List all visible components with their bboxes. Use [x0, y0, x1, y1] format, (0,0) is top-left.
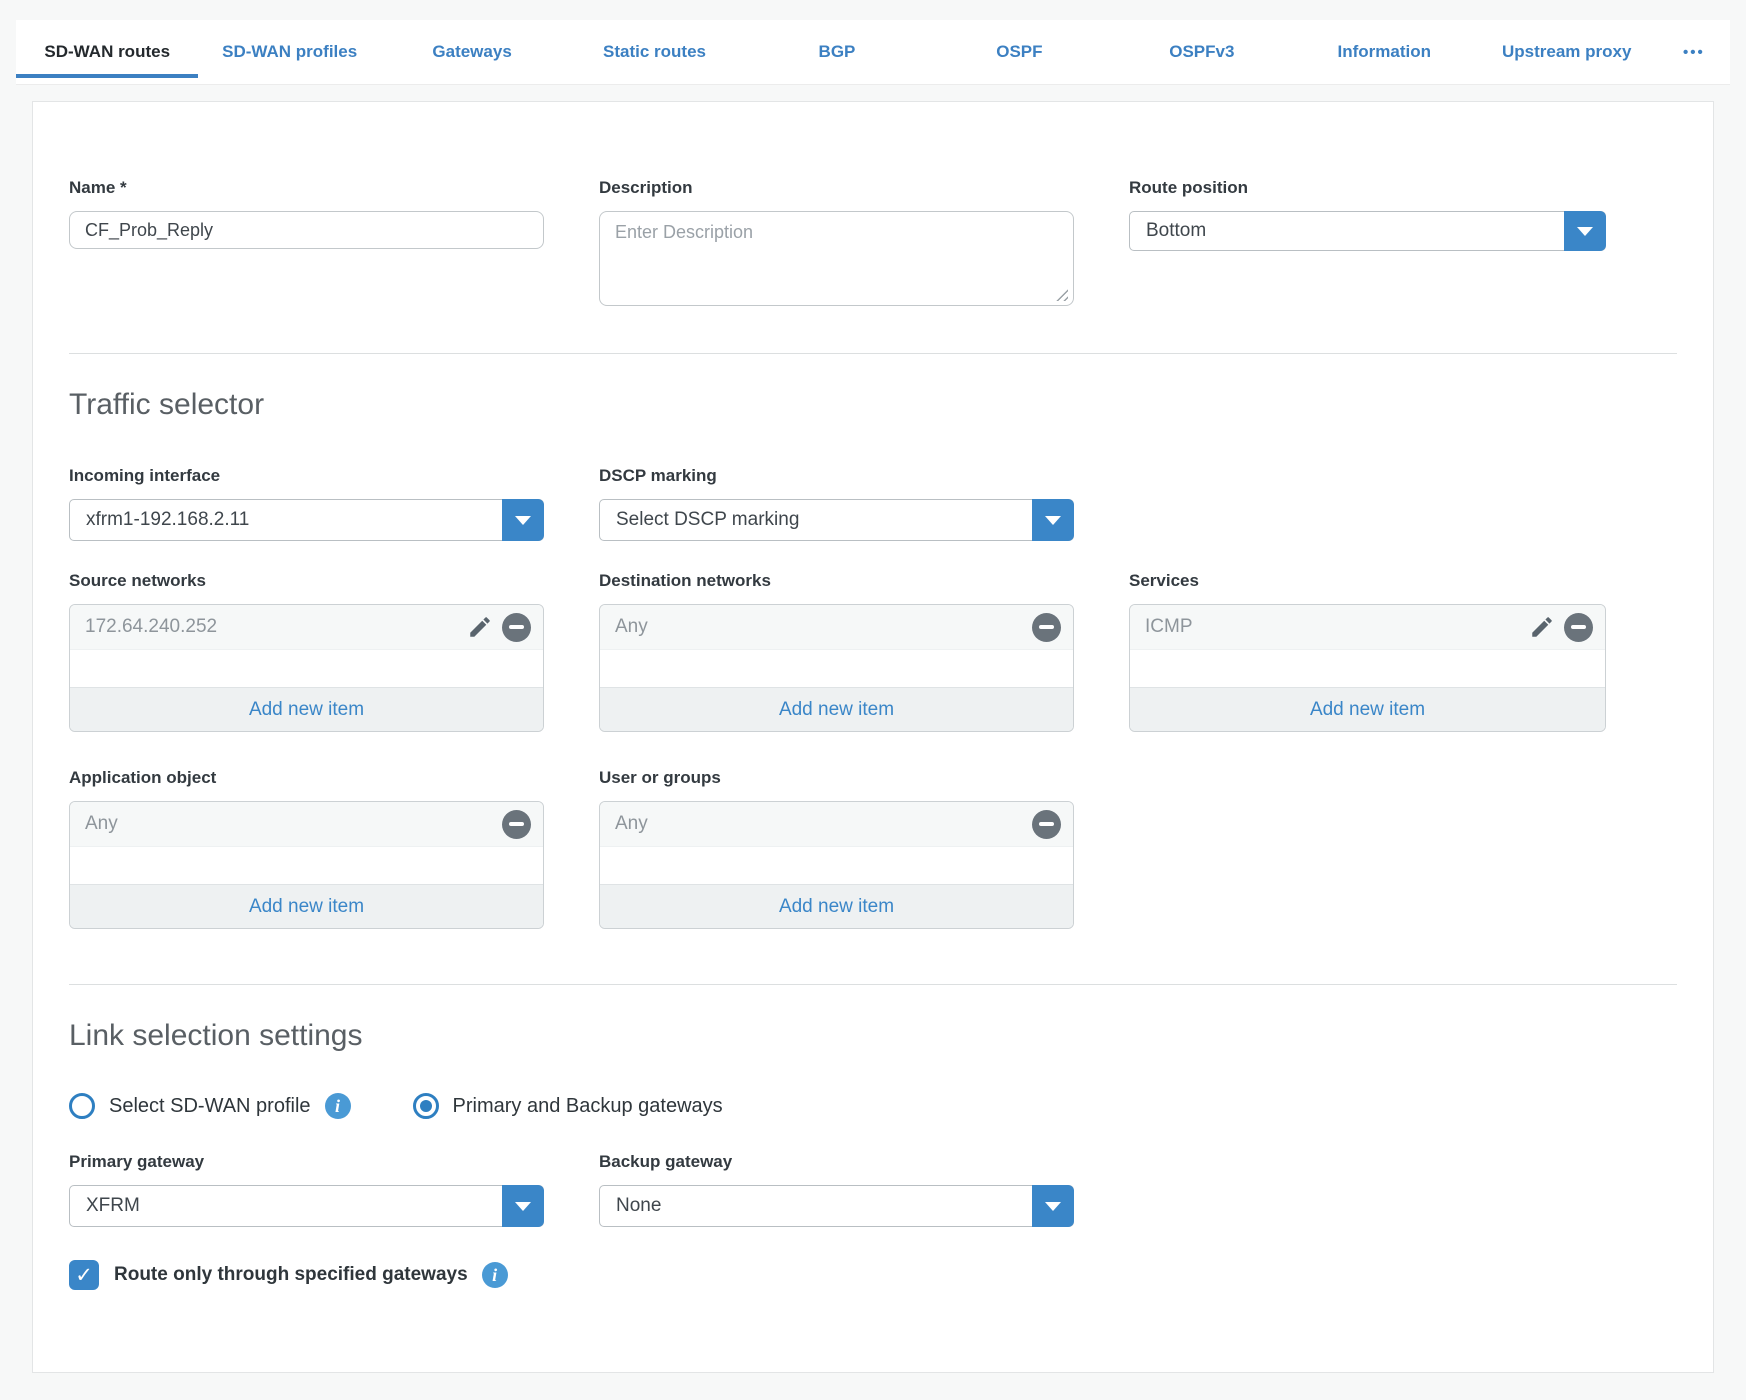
chevron-down-icon[interactable]	[502, 499, 544, 541]
source-networks-group: Source networks 172.64.240.252 Add new i…	[69, 571, 544, 732]
tab-information[interactable]: Information	[1293, 20, 1475, 84]
route-position-label: Route position	[1129, 178, 1606, 198]
name-label: Name *	[69, 178, 544, 198]
description-textarea[interactable]	[599, 211, 1074, 306]
incoming-interface-label: Incoming interface	[69, 466, 544, 486]
remove-icon[interactable]	[502, 810, 531, 839]
user-or-groups-label: User or groups	[599, 768, 1074, 788]
incoming-interface-select[interactable]: xfrm1-192.168.2.11	[69, 499, 544, 541]
tab-ospfv3[interactable]: OSPFv3	[1111, 20, 1293, 84]
route-position-value: Bottom	[1130, 220, 1564, 242]
tab-static-routes[interactable]: Static routes	[563, 20, 745, 84]
radio-icon[interactable]	[69, 1093, 95, 1119]
route-only-checkbox-row: ✓ Route only through specified gateways …	[69, 1260, 1677, 1290]
destination-networks-list: Any Add new item	[599, 604, 1074, 732]
name-input[interactable]	[69, 211, 544, 249]
primary-gateway-value: XFRM	[70, 1195, 502, 1217]
primary-gateway-label: Primary gateway	[69, 1152, 544, 1172]
incoming-interface-value: xfrm1-192.168.2.11	[70, 509, 502, 531]
list-item: Any	[70, 802, 543, 847]
edit-icon[interactable]	[467, 614, 493, 640]
list-item-text: ICMP	[1145, 616, 1529, 638]
edit-icon[interactable]	[1529, 614, 1555, 640]
radio-label: Primary and Backup gateways	[453, 1095, 723, 1118]
dscp-marking-label: DSCP marking	[599, 466, 1074, 486]
list-item-text: 172.64.240.252	[85, 616, 467, 638]
sdwan-route-form: Name * Description Route position Bottom…	[32, 101, 1714, 1373]
remove-icon[interactable]	[502, 613, 531, 642]
list-item-text: Any	[615, 813, 1032, 835]
tab-bgp[interactable]: BGP	[746, 20, 928, 84]
tab-upstream-proxy[interactable]: Upstream proxy	[1476, 20, 1658, 84]
route-only-checkbox-label: Route only through specified gateways	[114, 1264, 468, 1286]
more-tabs-icon[interactable]: •••	[1658, 20, 1730, 84]
tab-sdwan-routes[interactable]: SD-WAN routes	[16, 20, 198, 84]
backup-gateway-value: None	[600, 1195, 1032, 1217]
route-only-checkbox[interactable]: ✓	[69, 1260, 99, 1290]
remove-icon[interactable]	[1032, 613, 1061, 642]
list-item-text: Any	[615, 616, 1032, 638]
dscp-marking-group: DSCP marking Select DSCP marking	[599, 466, 1074, 541]
tab-sdwan-profiles[interactable]: SD-WAN profiles	[198, 20, 380, 84]
add-new-item-button[interactable]: Add new item	[1130, 687, 1605, 731]
destination-networks-label: Destination networks	[599, 571, 1074, 591]
name-field-group: Name *	[69, 178, 544, 249]
primary-gateway-select[interactable]: XFRM	[69, 1185, 544, 1227]
link-selection-heading: Link selection settings	[69, 1019, 1677, 1053]
backup-gateway-label: Backup gateway	[599, 1152, 1074, 1172]
primary-gateway-group: Primary gateway XFRM	[69, 1152, 544, 1227]
user-or-groups-list: Any Add new item	[599, 801, 1074, 929]
link-selection-radio-row: Select SD-WAN profile i Primary and Back…	[69, 1093, 1677, 1119]
radio-select-sdwan-profile[interactable]: Select SD-WAN profile i	[69, 1093, 351, 1119]
add-new-item-button[interactable]: Add new item	[600, 687, 1073, 731]
list-item: Any	[600, 802, 1073, 847]
source-networks-label: Source networks	[69, 571, 544, 591]
services-list: ICMP Add new item	[1129, 604, 1606, 732]
chevron-down-icon[interactable]	[1032, 1185, 1074, 1227]
radio-icon[interactable]	[413, 1093, 439, 1119]
chevron-down-icon[interactable]	[1564, 211, 1606, 251]
tab-gateways[interactable]: Gateways	[381, 20, 563, 84]
remove-icon[interactable]	[1564, 613, 1593, 642]
list-item: Any	[600, 605, 1073, 650]
tab-bar: SD-WAN routes SD-WAN profiles Gateways S…	[16, 20, 1730, 85]
info-icon[interactable]: i	[325, 1093, 351, 1119]
add-new-item-button[interactable]: Add new item	[70, 687, 543, 731]
dscp-marking-select[interactable]: Select DSCP marking	[599, 499, 1074, 541]
services-label: Services	[1129, 571, 1606, 591]
chevron-down-icon[interactable]	[502, 1185, 544, 1227]
route-position-select[interactable]: Bottom	[1129, 211, 1606, 251]
application-object-label: Application object	[69, 768, 544, 788]
add-new-item-button[interactable]: Add new item	[600, 884, 1073, 928]
info-icon[interactable]: i	[482, 1262, 508, 1288]
chevron-down-icon[interactable]	[1032, 499, 1074, 541]
traffic-selector-heading: Traffic selector	[69, 388, 1677, 422]
dscp-marking-value: Select DSCP marking	[600, 509, 1032, 531]
radio-primary-backup-gateways[interactable]: Primary and Backup gateways	[413, 1093, 723, 1119]
add-new-item-button[interactable]: Add new item	[70, 884, 543, 928]
application-object-list: Any Add new item	[69, 801, 544, 929]
backup-gateway-select[interactable]: None	[599, 1185, 1074, 1227]
incoming-interface-group: Incoming interface xfrm1-192.168.2.11	[69, 466, 544, 541]
route-position-field-group: Route position Bottom	[1129, 178, 1606, 251]
list-item-text: Any	[85, 813, 502, 835]
list-item: 172.64.240.252	[70, 605, 543, 650]
tab-ospf[interactable]: OSPF	[928, 20, 1110, 84]
source-networks-list: 172.64.240.252 Add new item	[69, 604, 544, 732]
destination-networks-group: Destination networks Any Add new item	[599, 571, 1074, 732]
description-label: Description	[599, 178, 1074, 198]
application-object-group: Application object Any Add new item	[69, 768, 544, 929]
section-divider	[69, 984, 1677, 985]
radio-label: Select SD-WAN profile	[109, 1095, 311, 1118]
section-divider	[69, 353, 1677, 354]
services-group: Services ICMP Add new item	[1129, 571, 1606, 732]
description-field-group: Description	[599, 178, 1074, 311]
backup-gateway-group: Backup gateway None	[599, 1152, 1074, 1227]
user-or-groups-group: User or groups Any Add new item	[599, 768, 1074, 929]
list-item: ICMP	[1130, 605, 1605, 650]
remove-icon[interactable]	[1032, 810, 1061, 839]
